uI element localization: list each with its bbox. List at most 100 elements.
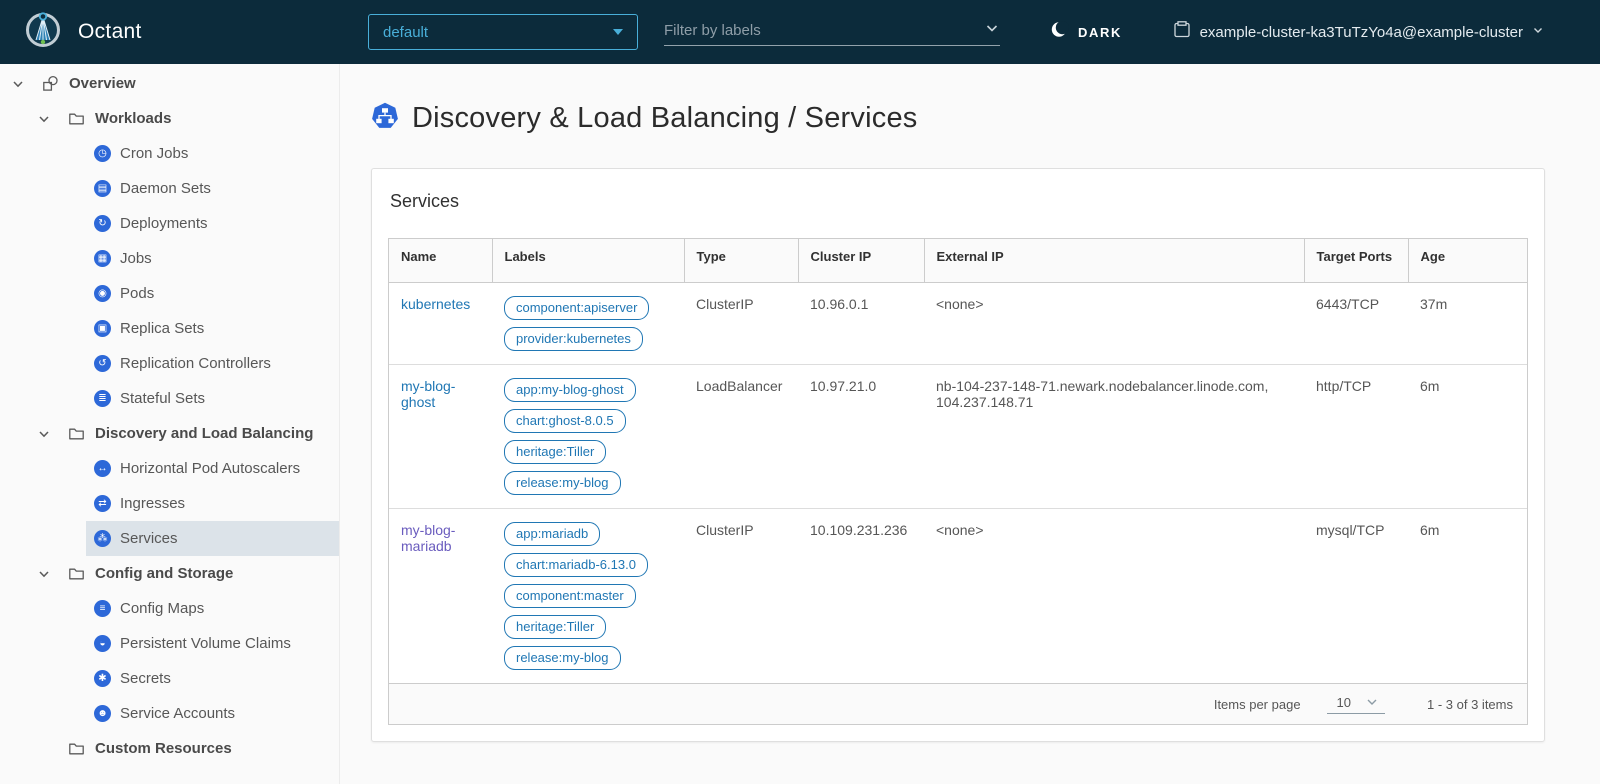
sidebar-item-label: Custom Resources — [95, 740, 232, 757]
sidebar-item-discovery-and-load-balancing[interactable]: Discovery and Load Balancing — [0, 416, 339, 451]
label-pill[interactable]: component:master — [504, 584, 636, 608]
context-label: example-cluster-ka3TuTzYo4a@example-clus… — [1200, 24, 1523, 41]
table-row: kubernetes component:apiserver provider:ku… — [389, 283, 1527, 365]
label-pill[interactable]: heritage:Tiller — [504, 440, 606, 464]
chevron-down-icon — [1365, 695, 1379, 709]
services-table: NameLabelsTypeCluster IPExternal IPTarge… — [388, 238, 1528, 725]
sidebar-item-label: Replica Sets — [120, 320, 204, 337]
sidebar-item-label: Overview — [69, 75, 136, 92]
theme-toggle[interactable]: DARK — [1050, 0, 1122, 64]
sidebar-item-config-and-storage[interactable]: Config and Storage — [0, 556, 339, 591]
deployments-icon: ↻ — [94, 215, 111, 232]
context-switcher[interactable]: example-cluster-ka3TuTzYo4a@example-clus… — [1173, 0, 1544, 64]
chevron-down-icon — [1532, 23, 1544, 41]
chevron-down-icon[interactable] — [11, 77, 25, 91]
column-header-type: Type — [684, 239, 798, 283]
sidebar-item-service-accounts[interactable]: ☻ Service Accounts — [0, 696, 339, 731]
external-ip-cell: nb-104-237-148-71.newark.nodebalancer.li… — [924, 365, 1304, 509]
items-per-page-value: 10 — [1337, 695, 1351, 710]
jobs-icon: ▦ — [94, 250, 111, 267]
age-cell: 6m — [1408, 365, 1527, 509]
column-header-age: Age — [1408, 239, 1527, 283]
table-row: my-blog-mariadb app:mariadb chart:mariadb-… — [389, 509, 1527, 684]
age-cell: 37m — [1408, 283, 1527, 365]
sidebar-item-jobs[interactable]: ▦Jobs — [0, 241, 339, 276]
sidebar-item-label: Service Accounts — [120, 705, 235, 722]
sidebar-item-cron-jobs[interactable]: ◷Cron Jobs — [0, 136, 339, 171]
column-header-target-ports: Target Ports — [1304, 239, 1408, 283]
persistent-volume-claims-icon: ◒ — [94, 635, 111, 652]
app-title: Octant — [78, 20, 142, 44]
services-card: Services NameLabelsTypeCluster IPExterna… — [371, 168, 1545, 742]
label-pill[interactable]: app:my-blog-ghost — [504, 378, 636, 402]
chevron-down-icon[interactable] — [37, 427, 51, 441]
logo-area: Octant — [0, 9, 142, 56]
namespace-dropdown[interactable]: default — [368, 14, 638, 50]
service-link[interactable]: kubernetes — [401, 296, 470, 312]
sidebar-item-services[interactable]: ⁂Services — [0, 521, 339, 556]
label-pill[interactable]: heritage:Tiller — [504, 615, 606, 639]
type-cell: ClusterIP — [684, 283, 798, 365]
sidebar-item-workloads[interactable]: Workloads — [0, 101, 339, 136]
config-maps-icon: ≡ — [94, 600, 111, 617]
sidebar-item-label: Daemon Sets — [120, 180, 211, 197]
service-accounts-icon: ☻ — [94, 705, 111, 722]
sidebar-item-label: Secrets — [120, 670, 171, 687]
service-link[interactable]: my-blog-ghost — [401, 378, 455, 410]
sidebar-item-label: Config Maps — [120, 600, 204, 617]
sidebar-item-replica-sets[interactable]: ▣ Replica Sets — [0, 311, 339, 346]
sidebar-item-ingresses[interactable]: ⇄Ingresses — [0, 486, 339, 521]
sidebar-item-pods[interactable]: ◉Pods — [0, 276, 339, 311]
sidebar-item-custom-resources[interactable]: Custom Resources — [0, 731, 339, 766]
label-pill[interactable]: chart:ghost-8.0.5 — [504, 409, 626, 433]
chevron-down-icon[interactable] — [37, 742, 51, 756]
cluster-ip-cell: 10.96.0.1 — [798, 283, 924, 365]
page-title: Discovery & Load Balancing / Services — [412, 102, 917, 135]
label-pill[interactable]: app:mariadb — [504, 522, 600, 546]
type-cell: ClusterIP — [684, 509, 798, 684]
replication-controllers-icon: ↺ — [94, 355, 111, 372]
horizontal-pod-autoscalers-icon: ↔ — [94, 460, 111, 477]
replica-sets-icon: ▣ — [94, 320, 111, 337]
sidebar-item-label: Stateful Sets — [120, 390, 205, 407]
sidebar-item-deployments[interactable]: ↻Deployments — [0, 206, 339, 241]
moon-icon — [1050, 20, 1069, 44]
target-ports-cell: 6443/TCP — [1304, 283, 1408, 365]
sidebar-item-persistent-volume-claims[interactable]: ◒ Persistent Volume Claims — [0, 626, 339, 661]
label-filter-input[interactable] — [664, 22, 944, 39]
target-ports-cell: http/TCP — [1304, 365, 1408, 509]
label-pill[interactable]: chart:mariadb-6.13.0 — [504, 553, 648, 577]
label-pill[interactable]: provider:kubernetes — [504, 327, 643, 351]
sidebar-item-replication-controllers[interactable]: ↺ Replication Controllers — [0, 346, 339, 381]
main-content: Discovery & Load Balancing / Services Se… — [340, 64, 1600, 784]
chevron-down-icon[interactable] — [984, 20, 1000, 41]
namespace-value: default — [383, 24, 428, 41]
sidebar-item-label: Horizontal Pod Autoscalers — [120, 460, 300, 477]
service-link[interactable]: my-blog-mariadb — [401, 522, 455, 554]
sidebar-item-horizontal-pod-autoscalers[interactable]: ↔ Horizontal Pod Autoscalers — [0, 451, 339, 486]
chevron-down-icon[interactable] — [37, 567, 51, 581]
label-pill[interactable]: release:my-blog — [504, 471, 621, 495]
label-pill[interactable]: release:my-blog — [504, 646, 621, 670]
table-header-row: NameLabelsTypeCluster IPExternal IPTarge… — [389, 239, 1527, 283]
sidebar-item-secrets[interactable]: ✱Secrets — [0, 661, 339, 696]
sidebar-item-daemon-sets[interactable]: ▤Daemon Sets — [0, 171, 339, 206]
age-cell: 6m — [1408, 509, 1527, 684]
type-cell: LoadBalancer — [684, 365, 798, 509]
pagination-range: 1 - 3 of 3 items — [1427, 697, 1513, 712]
column-header-external-ip: External IP — [924, 239, 1304, 283]
sidebar-item-label: Replication Controllers — [120, 355, 271, 372]
services-icon — [371, 102, 399, 135]
items-per-page-select[interactable]: 10 — [1327, 695, 1385, 714]
sidebar-item-stateful-sets[interactable]: ≣ Stateful Sets — [0, 381, 339, 416]
card-heading: Services — [390, 191, 1528, 212]
sidebar-item-config-maps[interactable]: ≡ Config Maps — [0, 591, 339, 626]
label-pill[interactable]: component:apiserver — [504, 296, 649, 320]
label-filter — [664, 16, 1000, 46]
sidebar-item-label: Pods — [120, 285, 154, 302]
chevron-down-icon[interactable] — [37, 112, 51, 126]
app-header: Octant default DARK example-cluster-ka3T… — [0, 0, 1600, 64]
sidebar-item-overview[interactable]: Overview — [0, 66, 339, 101]
sidebar-item-label: Persistent Volume Claims — [120, 635, 291, 652]
stateful-sets-icon: ≣ — [94, 390, 111, 407]
